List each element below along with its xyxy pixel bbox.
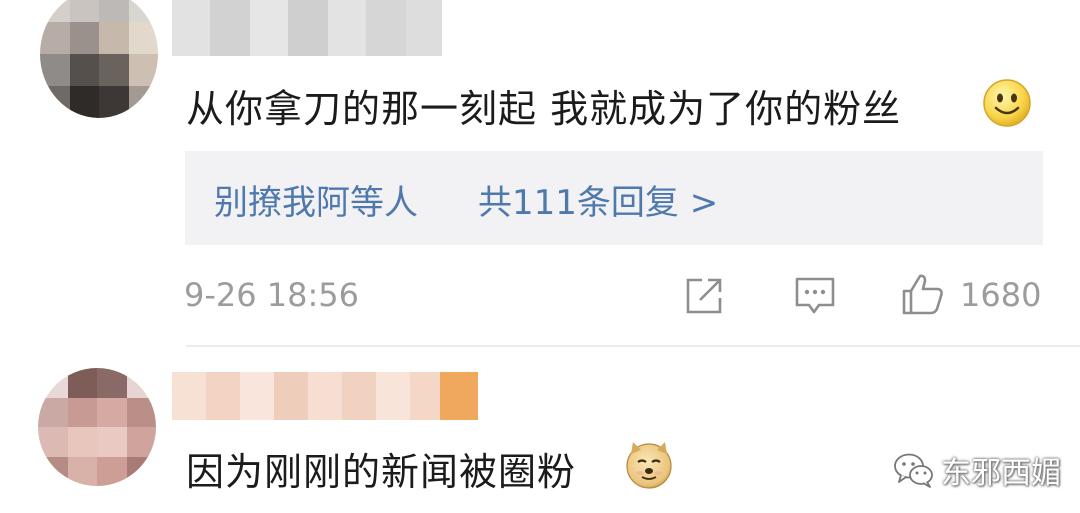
reply-users-link[interactable]: 别撩我阿等人: [214, 175, 418, 224]
watermark-text: 东邪西媚: [941, 456, 1061, 491]
username-blurred[interactable]: [172, 372, 478, 420]
timestamp: 9-26 18:56: [184, 276, 360, 314]
wechat-icon: [894, 453, 933, 488]
like-count: 1680: [960, 276, 1042, 314]
avatar[interactable]: [40, 0, 158, 118]
comment-text: 从你拿刀的那一刻起 我就成为了你的粉丝: [186, 87, 902, 131]
divider: [186, 345, 1080, 347]
comment-text: 因为刚刚的新闻被圈粉: [186, 450, 577, 494]
comment-icon[interactable]: [792, 272, 838, 318]
username-blurred[interactable]: [172, 0, 442, 56]
reply-count-link[interactable]: 共111条回复 >: [478, 175, 718, 224]
thumbs-up-icon[interactable]: [900, 271, 946, 317]
avatar[interactable]: [38, 368, 156, 486]
smile-emoji: [983, 79, 1031, 127]
doge-emoji: [626, 442, 672, 489]
share-icon[interactable]: [682, 272, 728, 318]
wechat-watermark: 东邪西媚: [893, 448, 1061, 492]
